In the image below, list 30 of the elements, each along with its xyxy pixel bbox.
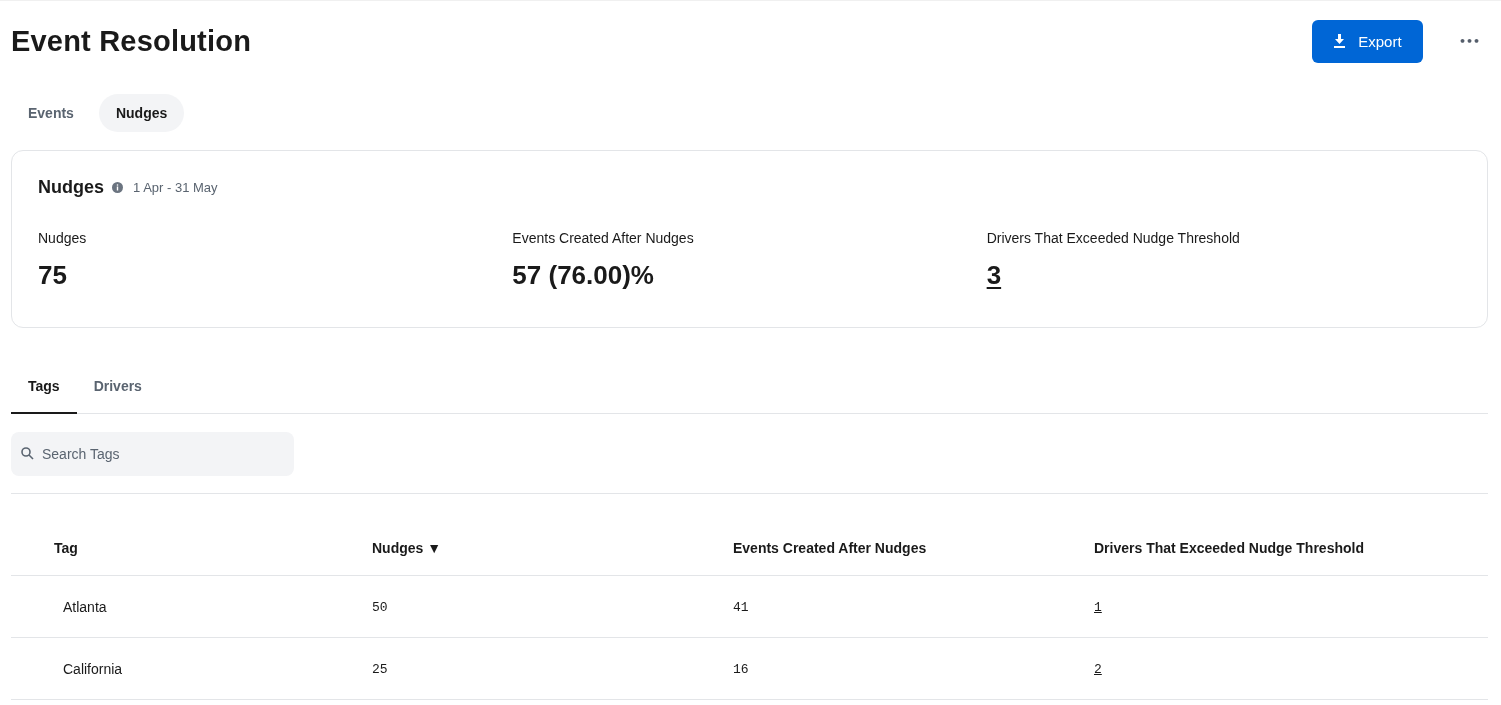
- stat-label: Nudges: [38, 230, 88, 246]
- column-header[interactable]: Tag: [54, 540, 78, 556]
- view-tab[interactable]: Nudges: [98, 94, 185, 132]
- table-cell: 50: [372, 600, 388, 615]
- page-title: Event Resolution: [11, 24, 252, 58]
- stat-link[interactable]: 3: [986, 260, 1002, 291]
- column-header[interactable]: Nudges ▼: [372, 540, 442, 556]
- date-range: 1 Apr - 31 May: [133, 180, 218, 195]
- section-tab[interactable]: Drivers: [76, 360, 159, 414]
- export-button[interactable]: Export: [1311, 19, 1423, 63]
- card-title: Nudges: [38, 177, 104, 198]
- driver-count-link[interactable]: 1: [1094, 600, 1102, 615]
- column-header[interactable]: Events Created After Nudges: [733, 540, 927, 556]
- stat-label: Drivers That Exceeded Nudge Threshold: [986, 230, 1241, 246]
- table-cell: 16: [733, 662, 749, 677]
- driver-count-link[interactable]: 2: [1094, 662, 1102, 677]
- table-cell: 25: [372, 662, 388, 677]
- table-cell: 41: [733, 600, 749, 615]
- table-cell: California: [63, 660, 123, 677]
- stat-label: Events Created After Nudges: [512, 230, 695, 246]
- section-tab[interactable]: Tags: [11, 360, 77, 414]
- search-field[interactable]: Search Tags: [11, 432, 294, 476]
- table-cell: Atlanta: [63, 598, 107, 615]
- column-header[interactable]: Drivers That Exceeded Nudge Threshold: [1094, 540, 1364, 556]
- view-tab[interactable]: Events: [11, 94, 91, 132]
- stat-value: 57 (76.00)%: [512, 260, 654, 291]
- more-button[interactable]: •••: [1452, 33, 1486, 49]
- download-icon: [1333, 34, 1347, 48]
- info-icon: [112, 182, 123, 193]
- stat-value: 75: [38, 260, 67, 291]
